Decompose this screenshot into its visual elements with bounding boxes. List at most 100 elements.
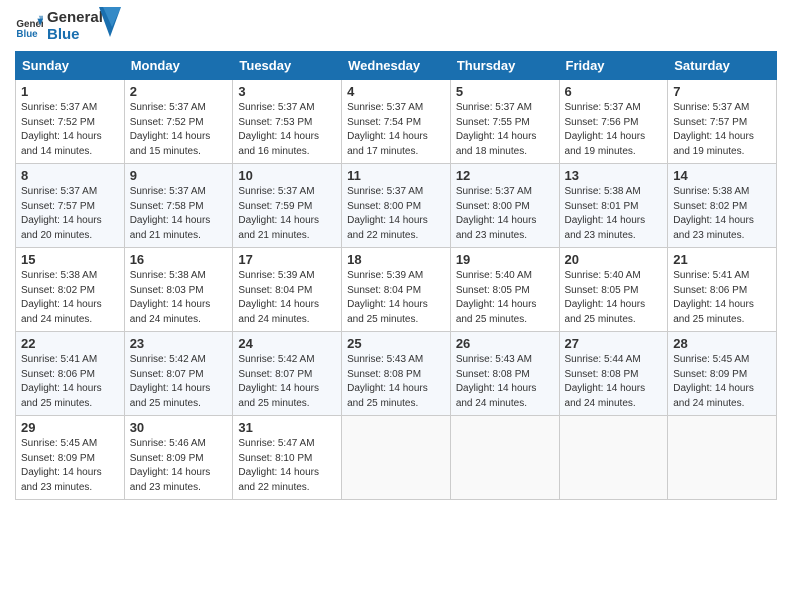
calendar-week-row: 22 Sunrise: 5:41 AM Sunset: 8:06 PM Dayli… [16, 332, 777, 416]
day-info: Sunrise: 5:37 AM Sunset: 8:00 PM Dayligh… [456, 185, 554, 243]
calendar-cell: 6 Sunrise: 5:37 AM Sunset: 7:56 PM Daylig… [559, 80, 668, 164]
day-info: Sunrise: 5:44 AM Sunset: 8:08 PM Dayligh… [565, 353, 663, 411]
day-info: Sunrise: 5:38 AM Sunset: 8:03 PM Dayligh… [130, 269, 228, 327]
day-number: 27 [565, 336, 663, 351]
calendar-cell: 21Sunrise: 5:41 AM Sunset: 8:06 PM Dayli… [668, 248, 777, 332]
calendar-week-row: 15 Sunrise: 5:38 AM Sunset: 8:02 PM Dayli… [16, 248, 777, 332]
day-info: Sunrise: 5:38 AM Sunset: 8:02 PM Dayligh… [21, 269, 119, 327]
calendar-cell: 25 Sunrise: 5:43 AM Sunset: 8:08 PM Dayli… [342, 332, 451, 416]
calendar-cell: 4 Sunrise: 5:37 AM Sunset: 7:54 PM Daylig… [342, 80, 451, 164]
calendar-cell: 15 Sunrise: 5:38 AM Sunset: 8:02 PM Dayli… [16, 248, 125, 332]
day-info: Sunrise: 5:37 AM Sunset: 7:57 PM Dayligh… [673, 101, 771, 159]
calendar-cell: 30Sunrise: 5:46 AM Sunset: 8:09 PM Dayli… [124, 416, 233, 500]
day-number: 19 [456, 252, 554, 267]
day-number: 25 [347, 336, 445, 351]
svg-text:Blue: Blue [16, 28, 38, 39]
calendar-cell: 18Sunrise: 5:39 AM Sunset: 8:04 PM Dayli… [342, 248, 451, 332]
day-info: Sunrise: 5:43 AM Sunset: 8:08 PM Dayligh… [347, 353, 445, 411]
day-number: 12 [456, 168, 554, 183]
day-header-saturday: Saturday [668, 52, 777, 80]
calendar-cell: 19 Sunrise: 5:40 AM Sunset: 8:05 PM Dayli… [450, 248, 559, 332]
day-header-friday: Friday [559, 52, 668, 80]
day-info: Sunrise: 5:37 AM Sunset: 7:55 PM Dayligh… [456, 101, 554, 159]
day-info: Sunrise: 5:45 AM Sunset: 8:09 PM Dayligh… [21, 437, 119, 495]
logo-icon: General Blue [15, 13, 43, 41]
logo: General Blue General Blue [15, 10, 121, 43]
day-number: 13 [565, 168, 663, 183]
calendar-cell: 9 Sunrise: 5:37 AM Sunset: 7:58 PM Daylig… [124, 164, 233, 248]
day-number: 30 [130, 420, 228, 435]
calendar-table: SundayMondayTuesdayWednesdayThursdayFrid… [15, 51, 777, 500]
day-info: Sunrise: 5:39 AM Sunset: 8:04 PM Dayligh… [238, 269, 336, 327]
calendar-cell: 5Sunrise: 5:37 AM Sunset: 7:55 PM Daylig… [450, 80, 559, 164]
day-info: Sunrise: 5:45 AM Sunset: 8:09 PM Dayligh… [673, 353, 771, 411]
day-number: 3 [238, 84, 336, 99]
day-number: 23 [130, 336, 228, 351]
day-number: 7 [673, 84, 771, 99]
day-number: 11 [347, 168, 445, 183]
day-number: 26 [456, 336, 554, 351]
day-info: Sunrise: 5:37 AM Sunset: 7:52 PM Dayligh… [130, 101, 228, 159]
day-info: Sunrise: 5:42 AM Sunset: 8:07 PM Dayligh… [238, 353, 336, 411]
day-number: 18 [347, 252, 445, 267]
calendar-cell: 28 Sunrise: 5:45 AM Sunset: 8:09 PM Dayli… [668, 332, 777, 416]
calendar-cell: 24Sunrise: 5:42 AM Sunset: 8:07 PM Dayli… [233, 332, 342, 416]
calendar-cell: 22 Sunrise: 5:41 AM Sunset: 8:06 PM Dayli… [16, 332, 125, 416]
calendar-cell: 7 Sunrise: 5:37 AM Sunset: 7:57 PM Daylig… [668, 80, 777, 164]
day-number: 22 [21, 336, 119, 351]
calendar-cell: 12 Sunrise: 5:37 AM Sunset: 8:00 PM Dayli… [450, 164, 559, 248]
calendar-cell: 8 Sunrise: 5:37 AM Sunset: 7:57 PM Daylig… [16, 164, 125, 248]
day-number: 10 [238, 168, 336, 183]
calendar-cell [342, 416, 451, 500]
day-header-thursday: Thursday [450, 52, 559, 80]
calendar-header-row: SundayMondayTuesdayWednesdayThursdayFrid… [16, 52, 777, 80]
day-number: 20 [565, 252, 663, 267]
calendar-cell: 14Sunrise: 5:38 AM Sunset: 8:02 PM Dayli… [668, 164, 777, 248]
calendar-cell: 23 Sunrise: 5:42 AM Sunset: 8:07 PM Dayli… [124, 332, 233, 416]
calendar-cell: 16 Sunrise: 5:38 AM Sunset: 8:03 PM Dayli… [124, 248, 233, 332]
day-number: 9 [130, 168, 228, 183]
day-info: Sunrise: 5:37 AM Sunset: 7:56 PM Dayligh… [565, 101, 663, 159]
day-number: 6 [565, 84, 663, 99]
day-info: Sunrise: 5:37 AM Sunset: 8:00 PM Dayligh… [347, 185, 445, 243]
logo-arrow-icon [99, 7, 121, 37]
logo-general: General [47, 10, 103, 27]
day-header-sunday: Sunday [16, 52, 125, 80]
day-header-monday: Monday [124, 52, 233, 80]
day-number: 1 [21, 84, 119, 99]
day-header-wednesday: Wednesday [342, 52, 451, 80]
day-info: Sunrise: 5:40 AM Sunset: 8:05 PM Dayligh… [565, 269, 663, 327]
calendar-cell: 10 Sunrise: 5:37 AM Sunset: 7:59 PM Dayli… [233, 164, 342, 248]
day-info: Sunrise: 5:37 AM Sunset: 7:54 PM Dayligh… [347, 101, 445, 159]
calendar-week-row: 1 Sunrise: 5:37 AM Sunset: 7:52 PM Daylig… [16, 80, 777, 164]
calendar-cell: 20 Sunrise: 5:40 AM Sunset: 8:05 PM Dayli… [559, 248, 668, 332]
day-number: 28 [673, 336, 771, 351]
day-info: Sunrise: 5:41 AM Sunset: 8:06 PM Dayligh… [21, 353, 119, 411]
day-info: Sunrise: 5:37 AM Sunset: 7:59 PM Dayligh… [238, 185, 336, 243]
day-info: Sunrise: 5:37 AM Sunset: 7:53 PM Dayligh… [238, 101, 336, 159]
calendar-cell [668, 416, 777, 500]
calendar-week-row: 29 Sunrise: 5:45 AM Sunset: 8:09 PM Dayli… [16, 416, 777, 500]
calendar-cell: 17 Sunrise: 5:39 AM Sunset: 8:04 PM Dayli… [233, 248, 342, 332]
day-number: 16 [130, 252, 228, 267]
day-number: 17 [238, 252, 336, 267]
day-info: Sunrise: 5:42 AM Sunset: 8:07 PM Dayligh… [130, 353, 228, 411]
calendar-week-row: 8 Sunrise: 5:37 AM Sunset: 7:57 PM Daylig… [16, 164, 777, 248]
day-info: Sunrise: 5:40 AM Sunset: 8:05 PM Dayligh… [456, 269, 554, 327]
day-info: Sunrise: 5:37 AM Sunset: 7:58 PM Dayligh… [130, 185, 228, 243]
calendar-cell: 13 Sunrise: 5:38 AM Sunset: 8:01 PM Dayli… [559, 164, 668, 248]
day-number: 4 [347, 84, 445, 99]
day-number: 29 [21, 420, 119, 435]
day-info: Sunrise: 5:37 AM Sunset: 7:57 PM Dayligh… [21, 185, 119, 243]
day-number: 8 [21, 168, 119, 183]
day-info: Sunrise: 5:37 AM Sunset: 7:52 PM Dayligh… [21, 101, 119, 159]
calendar-cell: 2Sunrise: 5:37 AM Sunset: 7:52 PM Daylig… [124, 80, 233, 164]
logo-blue: Blue [47, 27, 103, 44]
day-number: 15 [21, 252, 119, 267]
calendar-cell: 1 Sunrise: 5:37 AM Sunset: 7:52 PM Daylig… [16, 80, 125, 164]
calendar-cell: 27 Sunrise: 5:44 AM Sunset: 8:08 PM Dayli… [559, 332, 668, 416]
day-info: Sunrise: 5:38 AM Sunset: 8:01 PM Dayligh… [565, 185, 663, 243]
calendar-cell: 3 Sunrise: 5:37 AM Sunset: 7:53 PM Daylig… [233, 80, 342, 164]
calendar-cell: 11 Sunrise: 5:37 AM Sunset: 8:00 PM Dayli… [342, 164, 451, 248]
day-info: Sunrise: 5:38 AM Sunset: 8:02 PM Dayligh… [673, 185, 771, 243]
